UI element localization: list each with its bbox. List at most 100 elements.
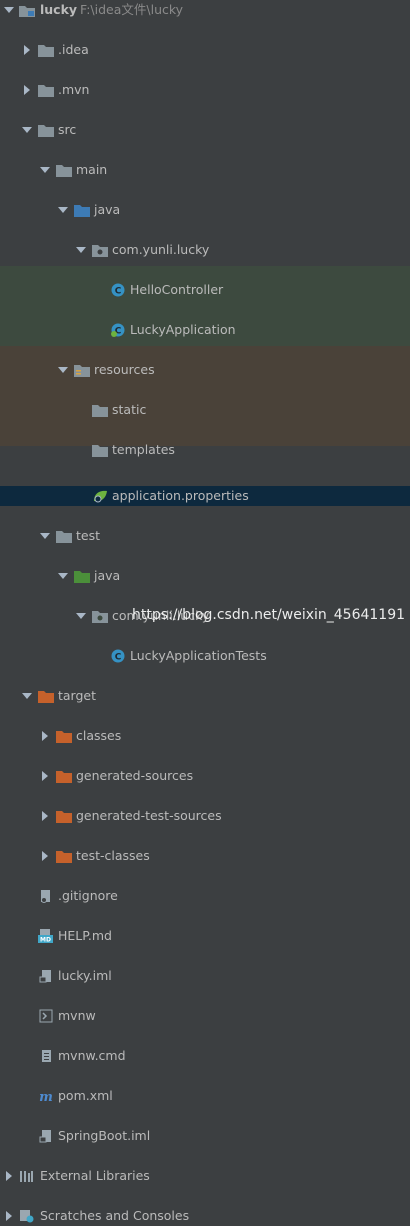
tree-node-test-classes[interactable]: test-classes <box>0 846 410 866</box>
chevron-down-icon[interactable] <box>39 526 51 546</box>
tree-node-pom-xml[interactable]: m pom.xml <box>0 1086 410 1106</box>
chevron-right-icon[interactable] <box>39 806 51 826</box>
module-folder-icon <box>19 3 35 17</box>
tree-node-help-md[interactable]: MD HELP.md <box>0 926 410 946</box>
chevron-down-icon[interactable] <box>57 566 69 586</box>
folder-label: resources <box>94 362 155 377</box>
chevron-right-icon[interactable] <box>39 766 51 786</box>
iml-file-icon <box>38 1129 54 1143</box>
file-label: lucky.iml <box>58 968 112 983</box>
tree-node-idea[interactable]: .idea <box>0 40 410 60</box>
tree-node-hello-controller[interactable]: C HelloController <box>0 280 410 300</box>
file-label: LuckyApplicationTests <box>130 648 267 663</box>
folder-label: target <box>58 688 97 703</box>
chevron-down-icon[interactable] <box>21 120 33 140</box>
tree-node-generated-sources[interactable]: generated-sources <box>0 766 410 786</box>
file-label: mvnw.cmd <box>58 1048 126 1063</box>
folder-label: main <box>76 162 108 177</box>
tree-node-main[interactable]: main <box>0 160 410 180</box>
chevron-down-icon[interactable] <box>21 686 33 706</box>
folder-icon <box>92 403 108 417</box>
folder-label: java <box>94 568 121 583</box>
excluded-folder-icon <box>56 729 72 743</box>
excluded-folder-icon <box>56 809 72 823</box>
tree-node-lucky-iml[interactable]: lucky.iml <box>0 966 410 986</box>
chevron-right-icon[interactable] <box>3 1166 15 1186</box>
maven-file-icon: m <box>38 1089 54 1103</box>
tree-node-resources[interactable]: resources <box>0 360 410 380</box>
tree-node-test-java[interactable]: java <box>0 566 410 586</box>
chevron-right-icon[interactable] <box>21 40 33 60</box>
project-tree[interactable]: lucky F:\idea文件\lucky .idea .mvn src mai… <box>0 0 410 1223</box>
shell-script-icon <box>38 1009 54 1023</box>
file-label: SpringBoot.iml <box>58 1128 151 1143</box>
svg-text:MD: MD <box>40 937 51 944</box>
chevron-right-icon[interactable] <box>3 1206 15 1226</box>
node-label: External Libraries <box>40 1168 150 1183</box>
svg-text:m: m <box>39 1090 53 1103</box>
tree-node-external-libraries[interactable]: External Libraries <box>0 1166 410 1186</box>
spring-boot-class-icon: C <box>110 323 126 337</box>
tree-node-test[interactable]: test <box>0 526 410 546</box>
gitignore-file-icon <box>38 889 54 903</box>
folder-label: classes <box>76 728 122 743</box>
scratches-icon <box>19 1209 35 1223</box>
tree-node-project[interactable]: lucky F:\idea文件\lucky <box>0 0 410 20</box>
excluded-folder-icon <box>38 689 54 703</box>
excluded-folder-icon <box>56 769 72 783</box>
tree-node-gitignore[interactable]: .gitignore <box>0 886 410 906</box>
file-label: HELP.md <box>58 928 112 943</box>
chevron-right-icon[interactable] <box>21 80 33 100</box>
tree-node-java[interactable]: java <box>0 200 410 220</box>
svg-text:C: C <box>115 287 122 297</box>
folder-icon <box>38 83 54 97</box>
tree-node-mvnw[interactable]: mvnw <box>0 1006 410 1026</box>
folder-icon <box>38 43 54 57</box>
chevron-right-icon[interactable] <box>39 846 51 866</box>
folder-icon <box>56 163 72 177</box>
tree-node-lucky-application-tests[interactable]: C LuckyApplicationTests <box>0 646 410 666</box>
tree-node-scratches[interactable]: Scratches and Consoles <box>0 1206 410 1226</box>
folder-label: .idea <box>58 42 89 57</box>
tree-node-classes[interactable]: classes <box>0 726 410 746</box>
folder-label: test-classes <box>76 848 150 863</box>
tree-node-src[interactable]: src <box>0 120 410 140</box>
test-source-folder-icon <box>74 569 90 583</box>
iml-file-icon <box>38 969 54 983</box>
project-path: F:\idea文件\lucky <box>80 2 184 17</box>
tree-node-generated-test-sources[interactable]: generated-test-sources <box>0 806 410 826</box>
tree-node-static[interactable]: static <box>0 400 410 420</box>
tree-node-springboot-iml[interactable]: SpringBoot.iml <box>0 1126 410 1146</box>
folder-label: templates <box>112 442 175 457</box>
tree-node-package-main[interactable]: com.yunli.lucky <box>0 240 410 260</box>
svg-text:C: C <box>115 653 122 663</box>
folder-label: test <box>76 528 101 543</box>
tree-node-application-properties[interactable]: application.properties <box>0 486 410 506</box>
tree-node-lucky-application[interactable]: C LuckyApplication <box>0 320 410 340</box>
tree-node-templates[interactable]: templates <box>0 440 410 460</box>
source-folder-icon <box>74 203 90 217</box>
package-icon <box>92 243 108 257</box>
chevron-down-icon[interactable] <box>57 200 69 220</box>
package-icon <box>92 609 108 623</box>
folder-label: static <box>112 402 147 417</box>
file-label: LuckyApplication <box>130 322 236 337</box>
chevron-down-icon[interactable] <box>57 360 69 380</box>
chevron-right-icon[interactable] <box>39 726 51 746</box>
tree-node-target[interactable]: target <box>0 686 410 706</box>
folder-label: java <box>94 202 121 217</box>
chevron-down-icon[interactable] <box>3 0 15 20</box>
folder-label: src <box>58 122 77 137</box>
chevron-down-icon[interactable] <box>39 160 51 180</box>
spring-properties-icon <box>92 489 108 503</box>
tree-node-mvnw-cmd[interactable]: mvnw.cmd <box>0 1046 410 1066</box>
folder-icon <box>92 443 108 457</box>
chevron-down-icon[interactable] <box>75 606 87 626</box>
class-icon: C <box>110 649 126 663</box>
text-file-icon <box>38 1049 54 1063</box>
chevron-down-icon[interactable] <box>75 240 87 260</box>
folder-label: generated-test-sources <box>76 808 222 823</box>
file-label: HelloController <box>130 282 224 297</box>
tree-node-mvn[interactable]: .mvn <box>0 80 410 100</box>
file-label: application.properties <box>112 488 249 503</box>
